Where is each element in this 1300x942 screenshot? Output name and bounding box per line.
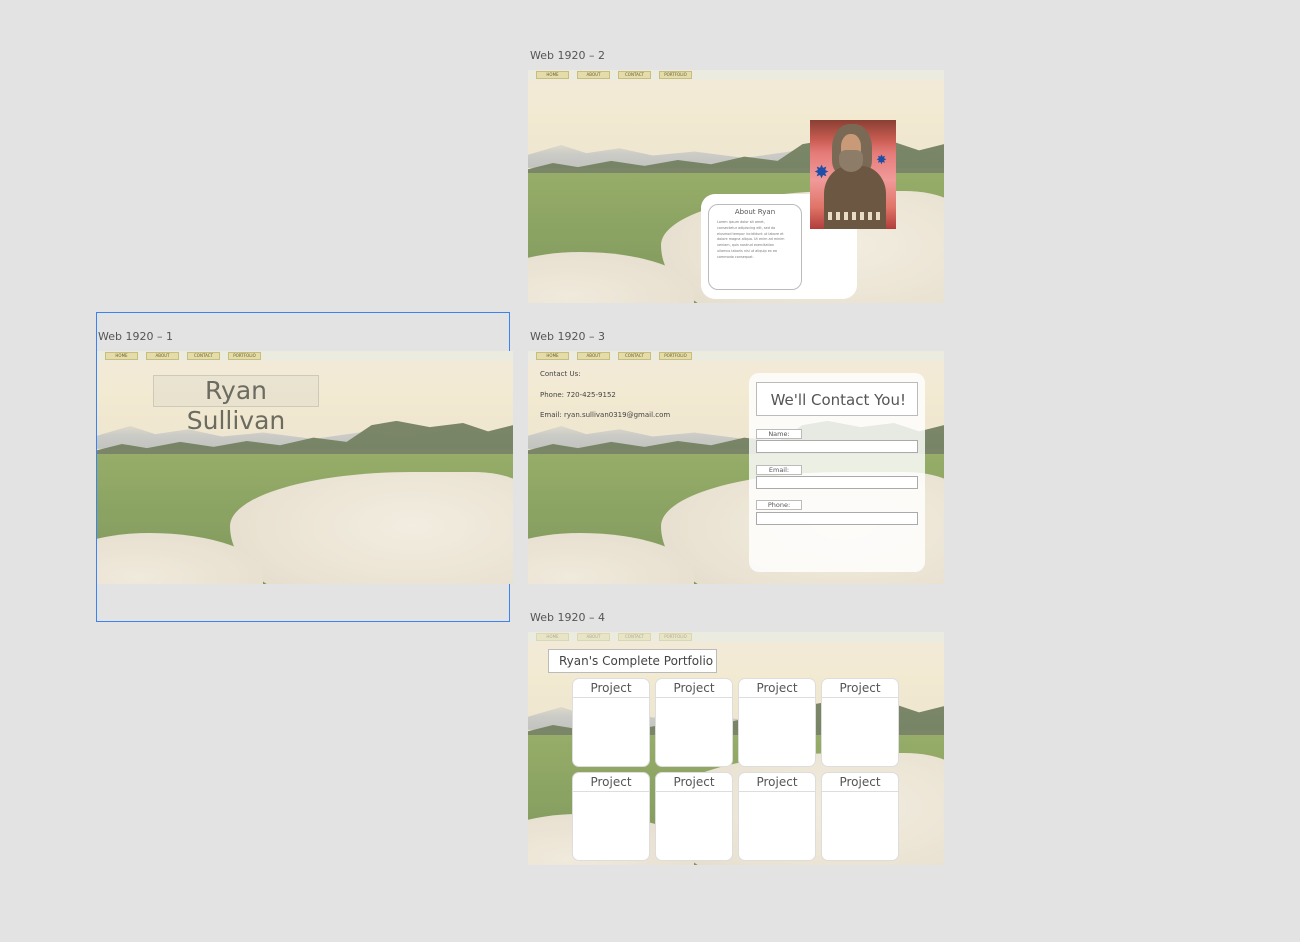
nav-about-button[interactable]: ABOUT bbox=[577, 71, 610, 79]
project-label: Project bbox=[656, 679, 732, 698]
project-label: Project bbox=[822, 679, 898, 698]
nav-home-button[interactable]: HOME bbox=[536, 633, 569, 641]
artboard-web4[interactable]: HOME ABOUT CONTACT PORTFOLIO Ryan's Comp… bbox=[528, 632, 944, 865]
portrait-photo: ✸ ✸ bbox=[810, 120, 896, 229]
nav-contact-button[interactable]: CONTACT bbox=[618, 71, 651, 79]
project-label: Project bbox=[656, 773, 732, 792]
name-field-label: Name: bbox=[756, 429, 802, 439]
star-icon: ✸ bbox=[876, 153, 887, 168]
contact-form-panel: We'll Contact You! Name: Email: Phone: bbox=[749, 373, 925, 572]
nav-about-button[interactable]: ABOUT bbox=[146, 352, 179, 360]
nav-about-button[interactable]: ABOUT bbox=[577, 352, 610, 360]
nav-contact-button[interactable]: CONTACT bbox=[618, 352, 651, 360]
project-label: Project bbox=[573, 773, 649, 792]
nav-bar: HOME ABOUT CONTACT PORTFOLIO bbox=[97, 351, 513, 361]
project-card[interactable]: Project bbox=[821, 772, 899, 861]
nav-bar: HOME ABOUT CONTACT PORTFOLIO bbox=[528, 70, 944, 80]
email-field-label: Email: bbox=[756, 465, 802, 475]
star-icon: ✸ bbox=[814, 162, 830, 183]
phone-input[interactable] bbox=[756, 512, 918, 525]
project-card[interactable]: Project bbox=[738, 678, 816, 767]
nav-home-button[interactable]: HOME bbox=[536, 352, 569, 360]
nav-bar: HOME ABOUT CONTACT PORTFOLIO bbox=[528, 632, 944, 642]
nav-contact-button[interactable]: CONTACT bbox=[618, 633, 651, 641]
contact-email: Email: ryan.sullivan0319@gmail.com bbox=[540, 411, 671, 419]
project-label: Project bbox=[822, 773, 898, 792]
hero-name-title: Ryan Sullivan bbox=[153, 375, 319, 435]
project-card[interactable]: Project bbox=[655, 772, 733, 861]
project-card[interactable]: Project bbox=[821, 678, 899, 767]
name-input[interactable] bbox=[756, 440, 918, 453]
artboard-web1[interactable]: HOME ABOUT CONTACT PORTFOLIO Ryan Sulliv… bbox=[97, 351, 513, 584]
nav-home-button[interactable]: HOME bbox=[536, 71, 569, 79]
nav-contact-button[interactable]: CONTACT bbox=[187, 352, 220, 360]
portfolio-title: Ryan's Complete Portfolio bbox=[548, 649, 717, 673]
project-card[interactable]: Project bbox=[572, 772, 650, 861]
project-card[interactable]: Project bbox=[655, 678, 733, 767]
project-label: Project bbox=[739, 773, 815, 792]
artboard-label-web3[interactable]: Web 1920 – 3 bbox=[530, 330, 605, 343]
contact-heading: Contact Us: bbox=[540, 370, 581, 378]
nav-bar: HOME ABOUT CONTACT PORTFOLIO bbox=[528, 351, 944, 361]
artboard-web2[interactable]: HOME ABOUT CONTACT PORTFOLIO About Ryan … bbox=[528, 70, 944, 303]
nav-home-button[interactable]: HOME bbox=[105, 352, 138, 360]
artboard-label-web2[interactable]: Web 1920 – 2 bbox=[530, 49, 605, 62]
project-card[interactable]: Project bbox=[738, 772, 816, 861]
artboard-label-web4[interactable]: Web 1920 – 4 bbox=[530, 611, 605, 624]
artboard-label-web1[interactable]: Web 1920 – 1 bbox=[98, 330, 173, 343]
nav-portfolio-button[interactable]: PORTFOLIO bbox=[659, 633, 692, 641]
email-input[interactable] bbox=[756, 476, 918, 489]
about-body-text: Lorem ipsum dolor sit amet, consectetur … bbox=[717, 220, 785, 259]
project-label: Project bbox=[739, 679, 815, 698]
nav-portfolio-button[interactable]: PORTFOLIO bbox=[659, 352, 692, 360]
about-title: About Ryan bbox=[734, 208, 776, 216]
nav-about-button[interactable]: ABOUT bbox=[577, 633, 610, 641]
phone-field-label: Phone: bbox=[756, 500, 802, 510]
project-label: Project bbox=[573, 679, 649, 698]
form-title: We'll Contact You! bbox=[756, 382, 918, 416]
artboard-web3[interactable]: HOME ABOUT CONTACT PORTFOLIO Contact Us:… bbox=[528, 351, 944, 584]
project-card[interactable]: Project bbox=[572, 678, 650, 767]
nav-portfolio-button[interactable]: PORTFOLIO bbox=[659, 71, 692, 79]
contact-phone: Phone: 720-425-9152 bbox=[540, 391, 616, 399]
nav-portfolio-button[interactable]: PORTFOLIO bbox=[228, 352, 261, 360]
